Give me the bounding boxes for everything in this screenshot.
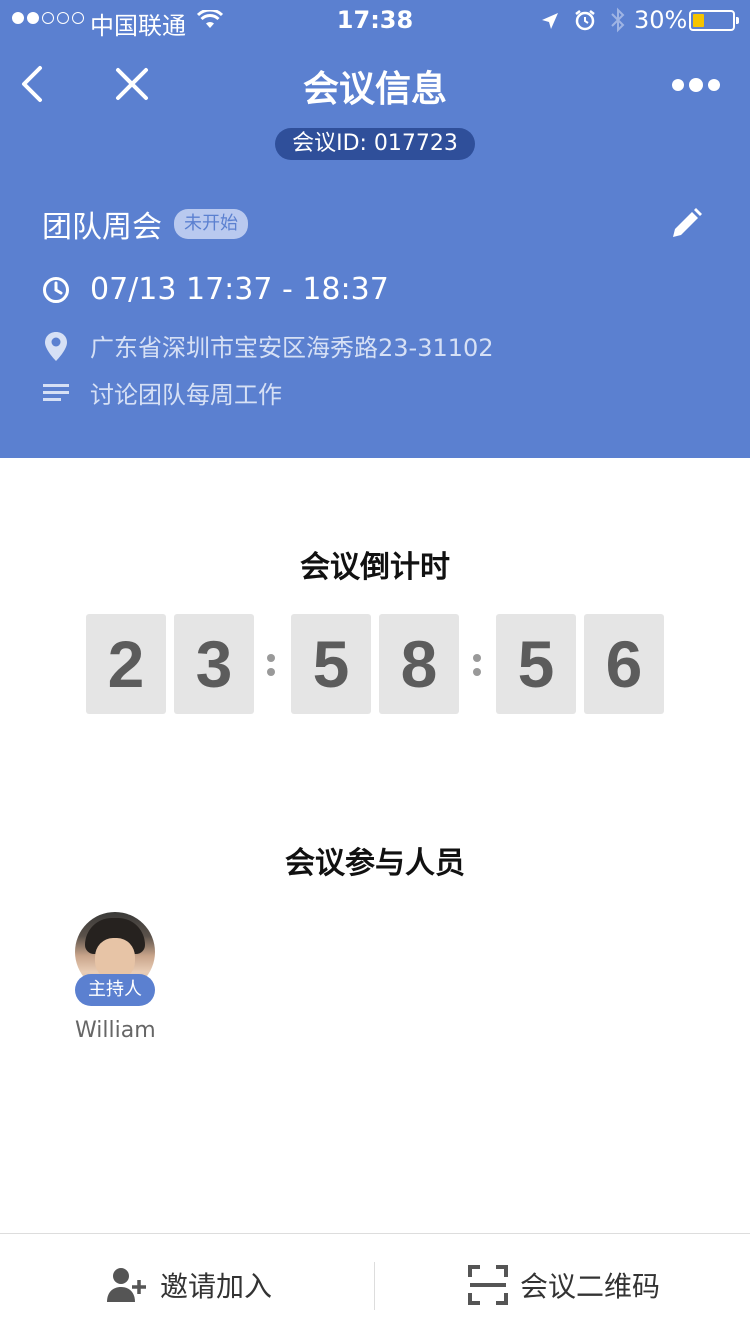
qrcode-button[interactable]: 会议二维码	[468, 1234, 660, 1334]
qrcode-label: 会议二维码	[520, 1269, 661, 1303]
countdown-digit-minutes-ones: 8	[379, 614, 459, 714]
meeting-description: 讨论团队每周工作	[90, 381, 282, 409]
notes-icon	[42, 379, 70, 407]
host-badge: 主持人	[75, 974, 155, 1006]
location-arrow-icon	[540, 9, 560, 37]
alarm-icon	[574, 9, 596, 37]
meeting-header: 中国联通 17:38 30% 会议信息 会议ID: 017723 团队周会 未开…	[0, 0, 750, 458]
countdown-separator	[472, 654, 482, 680]
close-button[interactable]	[110, 62, 154, 106]
divider	[374, 1262, 375, 1310]
countdown-digit-minutes-tens: 5	[291, 614, 371, 714]
meeting-time-row: 07/13 17:37 - 18:37	[42, 272, 389, 307]
invite-label: 邀请加入	[160, 1269, 273, 1303]
close-icon	[116, 68, 148, 100]
countdown-digit-seconds-tens: 5	[496, 614, 576, 714]
battery-percent: 30%	[634, 6, 688, 34]
battery-icon	[689, 10, 739, 31]
meeting-location-row: 广东省深圳市宝安区海秀路23-31102	[42, 328, 494, 363]
battery-level-fill	[693, 14, 704, 27]
back-button[interactable]	[16, 62, 56, 106]
bottom-action-bar: 邀请加入 会议二维码	[0, 1233, 750, 1334]
clock-icon	[42, 276, 70, 304]
participant-card[interactable]: 主持人	[75, 912, 155, 1006]
chevron-left-icon	[22, 66, 42, 102]
countdown-digit-seconds-ones: 6	[584, 614, 664, 714]
edit-button[interactable]	[668, 206, 704, 242]
participants-title: 会议参与人员	[285, 846, 465, 881]
meeting-description-row: 讨论团队每周工作	[42, 375, 282, 410]
countdown-title: 会议倒计时	[300, 550, 450, 585]
meeting-time: 07/13 17:37 - 18:37	[90, 272, 389, 307]
status-bar: 中国联通 17:38 30%	[0, 0, 750, 40]
pencil-icon	[673, 208, 702, 237]
invite-button[interactable]: 邀请加入	[106, 1234, 272, 1334]
status-badge: 未开始	[174, 209, 248, 239]
meeting-name-row: 团队周会 未开始	[42, 202, 248, 246]
more-icon	[672, 79, 684, 91]
location-pin-icon	[42, 331, 70, 361]
scan-icon	[468, 1264, 508, 1305]
countdown-digit-hours-ones: 3	[174, 614, 254, 714]
more-button[interactable]	[672, 70, 732, 100]
meeting-name: 团队周会	[42, 210, 162, 245]
countdown-separator	[266, 654, 276, 680]
meeting-id-badge: 会议ID: 017723	[275, 128, 475, 160]
navigation-bar: 会议信息	[0, 40, 750, 128]
meeting-location: 广东省深圳市宝安区海秀路23-31102	[90, 334, 494, 362]
add-user-icon	[107, 1267, 146, 1302]
countdown-digit-hours-tens: 2	[86, 614, 166, 714]
participant-name: William	[75, 1018, 156, 1043]
bluetooth-icon	[610, 7, 626, 39]
